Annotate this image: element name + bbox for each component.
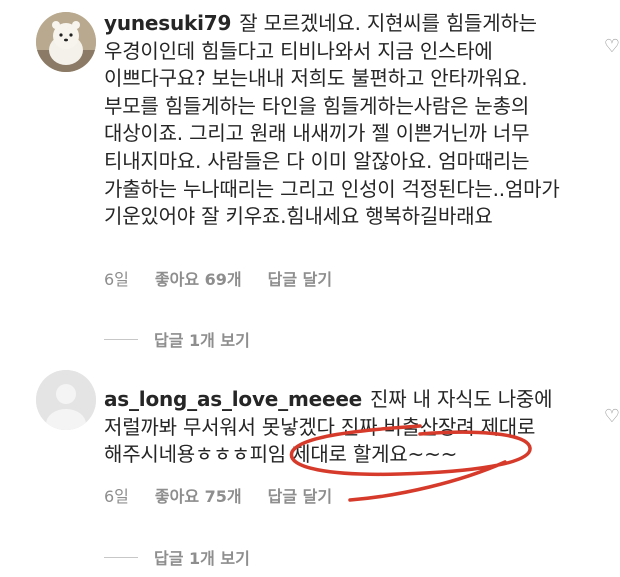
reply-button[interactable]: 답글 달기 [268, 266, 332, 290]
comment-meta: 6일 좋아요 69개 답글 달기 [104, 266, 332, 290]
comment-username[interactable]: yunesuki79 [104, 11, 231, 35]
reply-button[interactable]: 답글 달기 [268, 483, 332, 507]
comment-username[interactable]: as_long_as_love_meeee [104, 387, 362, 411]
comment-likes[interactable]: 좋아요 69개 [155, 266, 242, 290]
view-replies-button[interactable]: 답글 1개 보기 [104, 327, 250, 351]
heart-icon[interactable]: ♡ [604, 36, 620, 57]
heart-icon[interactable]: ♡ [604, 406, 620, 427]
comment-time: 6일 [104, 487, 129, 506]
divider [104, 338, 138, 340]
comment-meta: 6일 좋아요 75개 답글 달기 [104, 483, 332, 507]
view-replies-button[interactable]: 답글 1개 보기 [104, 545, 250, 569]
comment-text-block: as_long_as_love_meeee 진짜 내 자식도 나중에 저럴까봐 무… [104, 386, 584, 469]
comment-text: 잘 모르겠네요. 지현씨를 힘들게하는 우경이인데 힘들다고 티비나와서 지금 … [104, 11, 560, 229]
comment-time: 6일 [104, 270, 129, 289]
comment-likes[interactable]: 좋아요 75개 [155, 483, 242, 507]
avatar[interactable] [36, 370, 96, 430]
avatar-default-icon [36, 370, 96, 430]
comment-text-block: yunesuki79 잘 모르겠네요. 지현씨를 힘들게하는 우경이인데 힘들다고… [104, 10, 584, 231]
view-replies-label: 답글 1개 보기 [154, 549, 250, 568]
avatar-bear-icon [36, 12, 96, 72]
divider [104, 556, 138, 558]
view-replies-label: 답글 1개 보기 [154, 331, 250, 350]
avatar[interactable] [36, 12, 96, 72]
